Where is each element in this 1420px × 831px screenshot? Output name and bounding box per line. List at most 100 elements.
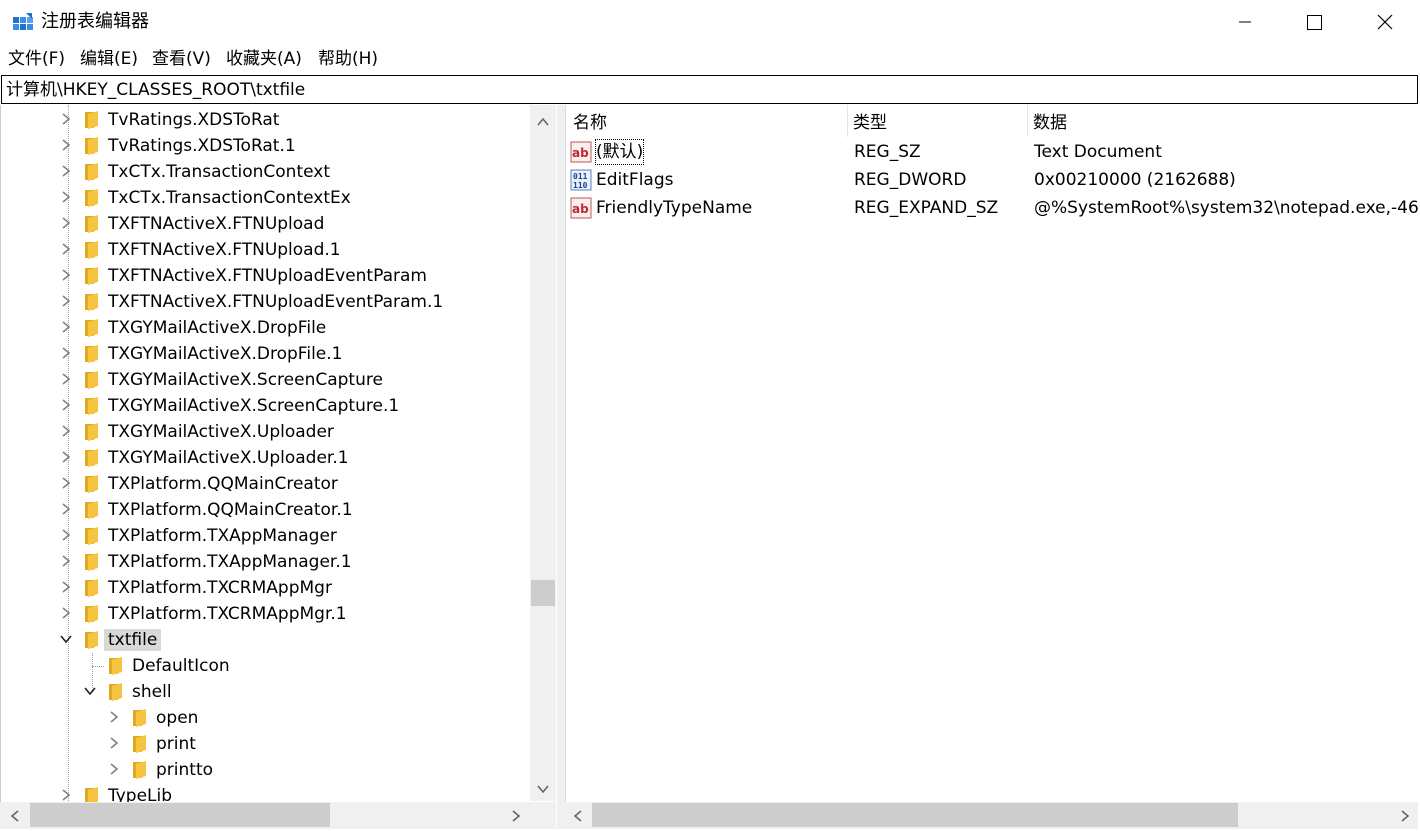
expand-chevron-icon[interactable] <box>59 476 73 490</box>
svg-text:ab: ab <box>572 146 589 160</box>
scroll-left-arrow-icon[interactable] <box>571 809 585 823</box>
tree-item-label: TXFTNActiveX.FTNUploadEventParam.1 <box>108 292 444 312</box>
tree-item[interactable]: print <box>1 731 526 757</box>
scroll-down-arrow-icon[interactable] <box>536 782 550 796</box>
expand-chevron-icon[interactable] <box>59 138 73 152</box>
collapse-chevron-icon[interactable] <box>59 632 73 646</box>
expand-chevron-icon[interactable] <box>59 528 73 542</box>
tree-item-label: TXGYMailActiveX.DropFile.1 <box>108 344 343 364</box>
expand-chevron-icon[interactable] <box>59 320 73 334</box>
expand-chevron-icon[interactable] <box>107 736 121 750</box>
folder-icon <box>85 111 98 129</box>
string-value-icon: ab <box>570 197 592 219</box>
expand-chevron-icon[interactable] <box>59 450 73 464</box>
expand-chevron-icon[interactable] <box>59 502 73 516</box>
scroll-up-arrow-icon[interactable] <box>536 115 550 129</box>
tree-item[interactable]: TXGYMailActiveX.ScreenCapture <box>1 367 526 393</box>
expand-chevron-icon[interactable] <box>59 554 73 568</box>
column-header-type[interactable]: 类型 <box>853 111 887 135</box>
scroll-left-arrow-icon[interactable] <box>8 809 22 823</box>
tree-item[interactable]: TXPlatform.TXAppManager.1 <box>1 549 526 575</box>
expand-chevron-icon[interactable] <box>107 762 121 776</box>
menu-view[interactable]: 查看(V) <box>152 48 211 70</box>
expand-chevron-icon[interactable] <box>59 606 73 620</box>
menu-help[interactable]: 帮助(H) <box>318 48 378 70</box>
tree-item[interactable]: TXGYMailActiveX.Uploader.1 <box>1 445 526 471</box>
column-divider[interactable] <box>1027 105 1028 137</box>
tree-item[interactable]: DefaultIcon <box>1 653 526 679</box>
tree-item[interactable]: open <box>1 705 526 731</box>
tree-item[interactable]: TxCTx.TransactionContextEx <box>1 185 526 211</box>
tree-horizontal-scroll-thumb[interactable] <box>30 803 330 827</box>
menu-favorites[interactable]: 收藏夹(A) <box>226 48 302 70</box>
tree-item-label: TXFTNActiveX.FTNUpload.1 <box>108 240 341 260</box>
expand-chevron-icon[interactable] <box>59 294 73 308</box>
tree-item[interactable]: TXGYMailActiveX.Uploader <box>1 419 526 445</box>
pane-splitter[interactable] <box>557 105 565 829</box>
tree-item-label: open <box>156 708 199 728</box>
tree-item[interactable]: TXPlatform.QQMainCreator <box>1 471 526 497</box>
tree-item[interactable]: TXGYMailActiveX.DropFile.1 <box>1 341 526 367</box>
collapse-chevron-icon[interactable] <box>83 684 97 698</box>
expand-chevron-icon[interactable] <box>59 164 73 178</box>
tree-vertical-scroll-thumb[interactable] <box>531 580 555 606</box>
expand-chevron-icon[interactable] <box>59 112 73 126</box>
expand-chevron-icon[interactable] <box>59 242 73 256</box>
tree-item-label: DefaultIcon <box>132 656 230 676</box>
column-header-name[interactable]: 名称 <box>573 111 607 135</box>
expand-chevron-icon[interactable] <box>59 788 73 802</box>
tree-item-label: TXPlatform.TXAppManager <box>108 526 337 546</box>
value-row[interactable]: ab (默认) REG_SZ Text Document <box>566 138 1419 166</box>
expand-chevron-icon[interactable] <box>59 424 73 438</box>
tree-item[interactable]: TvRatings.XDSToRat <box>1 107 526 133</box>
tree-item[interactable]: TXGYMailActiveX.ScreenCapture.1 <box>1 393 526 419</box>
tree-vertical-scrollbar[interactable] <box>530 105 556 801</box>
tree-item[interactable]: TvRatings.XDSToRat.1 <box>1 133 526 159</box>
minimize-button[interactable] <box>1210 0 1280 44</box>
tree-item[interactable]: TXFTNActiveX.FTNUploadEventParam <box>1 263 526 289</box>
tree-item[interactable]: txtfile <box>1 627 526 653</box>
expand-chevron-icon[interactable] <box>59 398 73 412</box>
maximize-button[interactable] <box>1280 0 1350 44</box>
tree-item[interactable]: TXPlatform.TXCRMAppMgr <box>1 575 526 601</box>
tree-item[interactable]: TXPlatform.QQMainCreator.1 <box>1 497 526 523</box>
tree-item-label: TXFTNActiveX.FTNUpload <box>108 214 325 234</box>
string-value-icon: ab <box>570 141 592 163</box>
value-data-cell: @%SystemRoot%\system32\notepad.exe,-469 <box>1034 198 1419 218</box>
tree-item[interactable]: TXFTNActiveX.FTNUploadEventParam.1 <box>1 289 526 315</box>
expand-chevron-icon[interactable] <box>59 190 73 204</box>
expand-chevron-icon[interactable] <box>59 346 73 360</box>
tree-item[interactable]: TxCTx.TransactionContext <box>1 159 526 185</box>
svg-text:110: 110 <box>573 181 588 190</box>
tree-item[interactable]: TXFTNActiveX.FTNUpload <box>1 211 526 237</box>
tree-item-label: TXFTNActiveX.FTNUploadEventParam <box>108 266 427 286</box>
menu-edit[interactable]: 编辑(E) <box>80 48 138 70</box>
value-data-cell: 0x00210000 (2162688) <box>1034 170 1236 190</box>
address-path[interactable]: 计算机\HKEY_CLASSES_ROOT\txtfile <box>6 78 305 102</box>
column-divider[interactable] <box>847 105 848 137</box>
scroll-right-arrow-icon[interactable] <box>509 809 523 823</box>
tree-item[interactable]: TXPlatform.TXAppManager <box>1 523 526 549</box>
tree-item[interactable]: TXFTNActiveX.FTNUpload.1 <box>1 237 526 263</box>
column-header-data[interactable]: 数据 <box>1033 111 1067 135</box>
value-row[interactable]: ab FriendlyTypeName REG_EXPAND_SZ @%SystemR… <box>566 194 1419 222</box>
tree-item[interactable]: TXPlatform.TXCRMAppMgr.1 <box>1 601 526 627</box>
tree-item[interactable]: shell <box>1 679 526 705</box>
expand-chevron-icon[interactable] <box>59 372 73 386</box>
tree-item[interactable]: printto <box>1 757 526 783</box>
expand-chevron-icon[interactable] <box>59 580 73 594</box>
menu-file[interactable]: 文件(F) <box>8 48 65 70</box>
list-horizontal-scroll-thumb[interactable] <box>592 803 1238 827</box>
value-list[interactable]: 名称 类型 数据 ab (默认) REG_SZ Text Document 011 110… <box>565 105 1419 829</box>
value-row[interactable]: 011 110 EditFlags REG_DWORD 0x00210000 (2162… <box>566 166 1419 194</box>
address-bar[interactable]: 计算机\HKEY_CLASSES_ROOT\txtfile <box>1 75 1418 104</box>
folder-icon <box>85 449 98 467</box>
tree-item[interactable]: TXGYMailActiveX.DropFile <box>1 315 526 341</box>
svg-text:ab: ab <box>572 202 589 216</box>
expand-chevron-icon[interactable] <box>59 268 73 282</box>
expand-chevron-icon[interactable] <box>107 710 121 724</box>
expand-chevron-icon[interactable] <box>59 216 73 230</box>
scroll-right-arrow-icon[interactable] <box>1398 809 1412 823</box>
key-tree[interactable]: TvRatings.XDSToRat TvRatings.XDSToRat.1 Tx… <box>0 105 558 829</box>
close-button[interactable] <box>1350 0 1420 44</box>
